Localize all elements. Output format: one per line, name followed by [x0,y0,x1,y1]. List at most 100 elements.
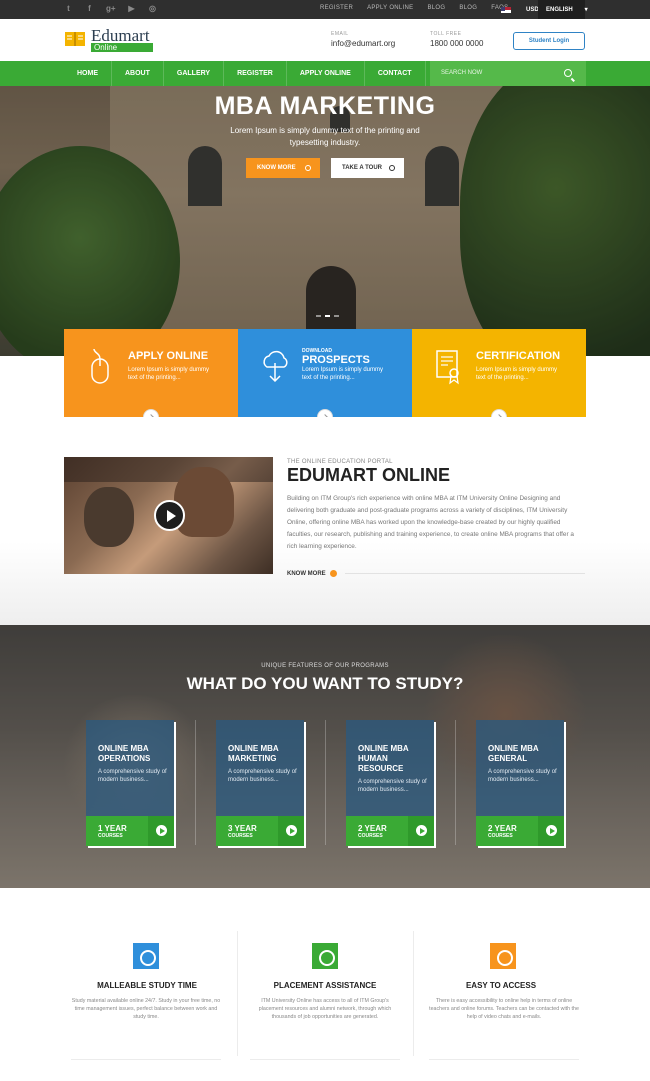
book-logo-icon [65,32,85,46]
header: Edumart Online EMAIL info@edumart.org TO… [0,19,650,61]
program-desc: A comprehensive study of modern business… [358,779,427,793]
program-desc: A comprehensive study of modern business… [98,769,167,783]
feature-desc: Lorem Ipsum is simply dummy text of the … [128,367,210,381]
feature-download-prospects[interactable]: DOWNLOAD PROSPECTS Lorem Ipsum is simply … [238,329,412,425]
benefit-title: PLACEMENT ASSISTANCE [273,981,377,990]
clock-icon [133,943,159,969]
program-card[interactable]: ONLINE MBA MARKETING A comprehensive stu… [216,720,304,846]
benefit-title: EASY TO ACCESS [465,981,537,990]
top-link-apply-online[interactable]: APPLY ONLINE [367,5,413,11]
social-links: t f g+ ▶ ◎ [64,4,157,13]
program-duration: 2 YEAR COURSES [476,816,564,846]
nav-item-gallery[interactable]: GALLERY [164,61,225,86]
program-unit: COURSES [488,833,513,839]
nav-item-contact[interactable]: CONTACT [365,61,426,86]
youtube-icon[interactable]: ▶ [127,4,136,13]
twitter-icon[interactable]: t [64,4,73,13]
phone-contact: TOLL FREE 1800 000 0000 [430,31,483,48]
search-icon[interactable] [564,69,572,77]
feature-title: APPLY ONLINE [128,350,209,362]
play-circle-icon[interactable] [538,816,564,846]
program-duration: 1 YEAR COURSES [86,816,174,846]
know-more-button[interactable]: KNOW MORE [246,158,320,178]
language-value: ENGLISH [546,6,573,13]
programs-kicker: UNIQUE FEATURES OF OUR PROGRAMS [261,663,389,669]
currency-value: USD [526,6,539,13]
program-years: 1 YEAR [98,824,127,833]
slider-dot[interactable] [316,315,321,317]
top-link-blog[interactable]: BLOG [427,5,445,11]
divider [455,720,456,845]
nav-bar-edge [586,61,650,86]
email-value[interactable]: info@edumart.org [331,39,395,48]
program-card[interactable]: ONLINE MBA OPERATIONS A comprehensive st… [86,720,174,846]
benefit-text: Study material available online 24/7. St… [71,998,221,1020]
program-title: ONLINE MBA OPERATIONS [98,744,151,763]
divider [237,931,238,1056]
mouse-icon [91,349,109,384]
top-link-register[interactable]: REGISTER [320,5,353,11]
divider [345,573,585,574]
take-a-tour-button[interactable]: TAKE A TOUR [331,158,404,178]
arrow-circle-icon [389,165,395,171]
slider-dot[interactable] [334,315,339,317]
chevron-down-icon: ▾ [584,7,588,13]
divider [429,1059,579,1060]
divider [71,1059,221,1060]
feature-apply-online[interactable]: APPLY ONLINE Lorem Ipsum is simply dummy… [64,329,238,425]
slider-dots [316,315,339,317]
benefit-text: There is easy accessibility to online he… [429,998,579,1020]
person-image [174,467,234,537]
search-document-icon [312,943,338,969]
program-card[interactable]: ONLINE MBA HUMAN RESOURCE A comprehensiv… [346,720,434,846]
student-login-button[interactable]: Student Login [513,32,585,50]
program-years: 2 YEAR [488,824,517,833]
search-placeholder: SEARCH NOW [441,70,483,76]
play-circle-icon[interactable] [278,816,304,846]
know-more-label: KNOW MORE [257,165,296,171]
benefit-text: ITM University Online has access to all … [258,998,392,1020]
us-flag-icon [501,6,511,13]
arrow-circle-icon [305,165,311,171]
benefit-title: MALLEABLE STUDY TIME [97,981,197,990]
play-circle-icon[interactable] [408,816,434,846]
hero-text: Lorem Ipsum is simply dummy text of the … [230,126,420,147]
feature-title-text: PROSPECTS [302,354,370,366]
bookshelf-image [64,457,273,482]
programs-title: WHAT DO YOU WANT TO STUDY? [186,674,464,693]
program-duration: 3 YEAR COURSES [216,816,304,846]
play-circle-icon[interactable] [148,816,174,846]
top-link-blog-2[interactable]: BLOG [459,5,477,11]
instagram-icon[interactable]: ◎ [148,4,157,13]
google-plus-icon[interactable]: g+ [106,4,116,13]
feature-desc: Lorem Ipsum is simply dummy text of the … [476,367,558,381]
about-text: Building on ITM Group's rich experience … [287,495,574,550]
nav-item-about[interactable]: ABOUT [112,61,164,86]
email-label: EMAIL [331,31,349,37]
program-unit: COURSES [98,833,123,839]
facebook-icon[interactable]: f [85,4,94,13]
program-title: ONLINE MBA MARKETING [228,744,279,763]
about-know-more-link[interactable]: KNOW MORE [287,570,337,577]
slider-dot-active[interactable] [325,315,330,317]
nav-item-home[interactable]: HOME [64,61,112,86]
program-card[interactable]: ONLINE MBA GENERAL A comprehensive study… [476,720,564,846]
feature-title: DOWNLOAD PROSPECTS [302,348,370,366]
about-title: EDUMART ONLINE [287,465,450,485]
access-icon [490,943,516,969]
logo-subtitle: Online [91,43,153,52]
nav-item-register[interactable]: REGISTER [224,61,287,86]
take-a-tour-label: TAKE A TOUR [342,165,382,171]
certificate-icon [436,350,459,385]
feature-certification[interactable]: CERTIFICATION Lorem Ipsum is simply dumm… [412,329,586,425]
know-more-label: KNOW MORE [287,571,326,578]
main-nav: HOME ABOUT GALLERY REGISTER APPLY ONLINE… [64,61,586,86]
arrow-circle-icon [329,570,337,577]
nav-bar-edge [0,61,64,86]
search-input[interactable]: SEARCH NOW [430,61,586,86]
play-icon[interactable] [154,500,185,531]
person-image [84,487,134,547]
nav-item-apply-online[interactable]: APPLY ONLINE [287,61,365,86]
email-contact: EMAIL info@edumart.org [331,31,395,48]
language-select[interactable]: ENGLISH ▾ [538,0,588,19]
